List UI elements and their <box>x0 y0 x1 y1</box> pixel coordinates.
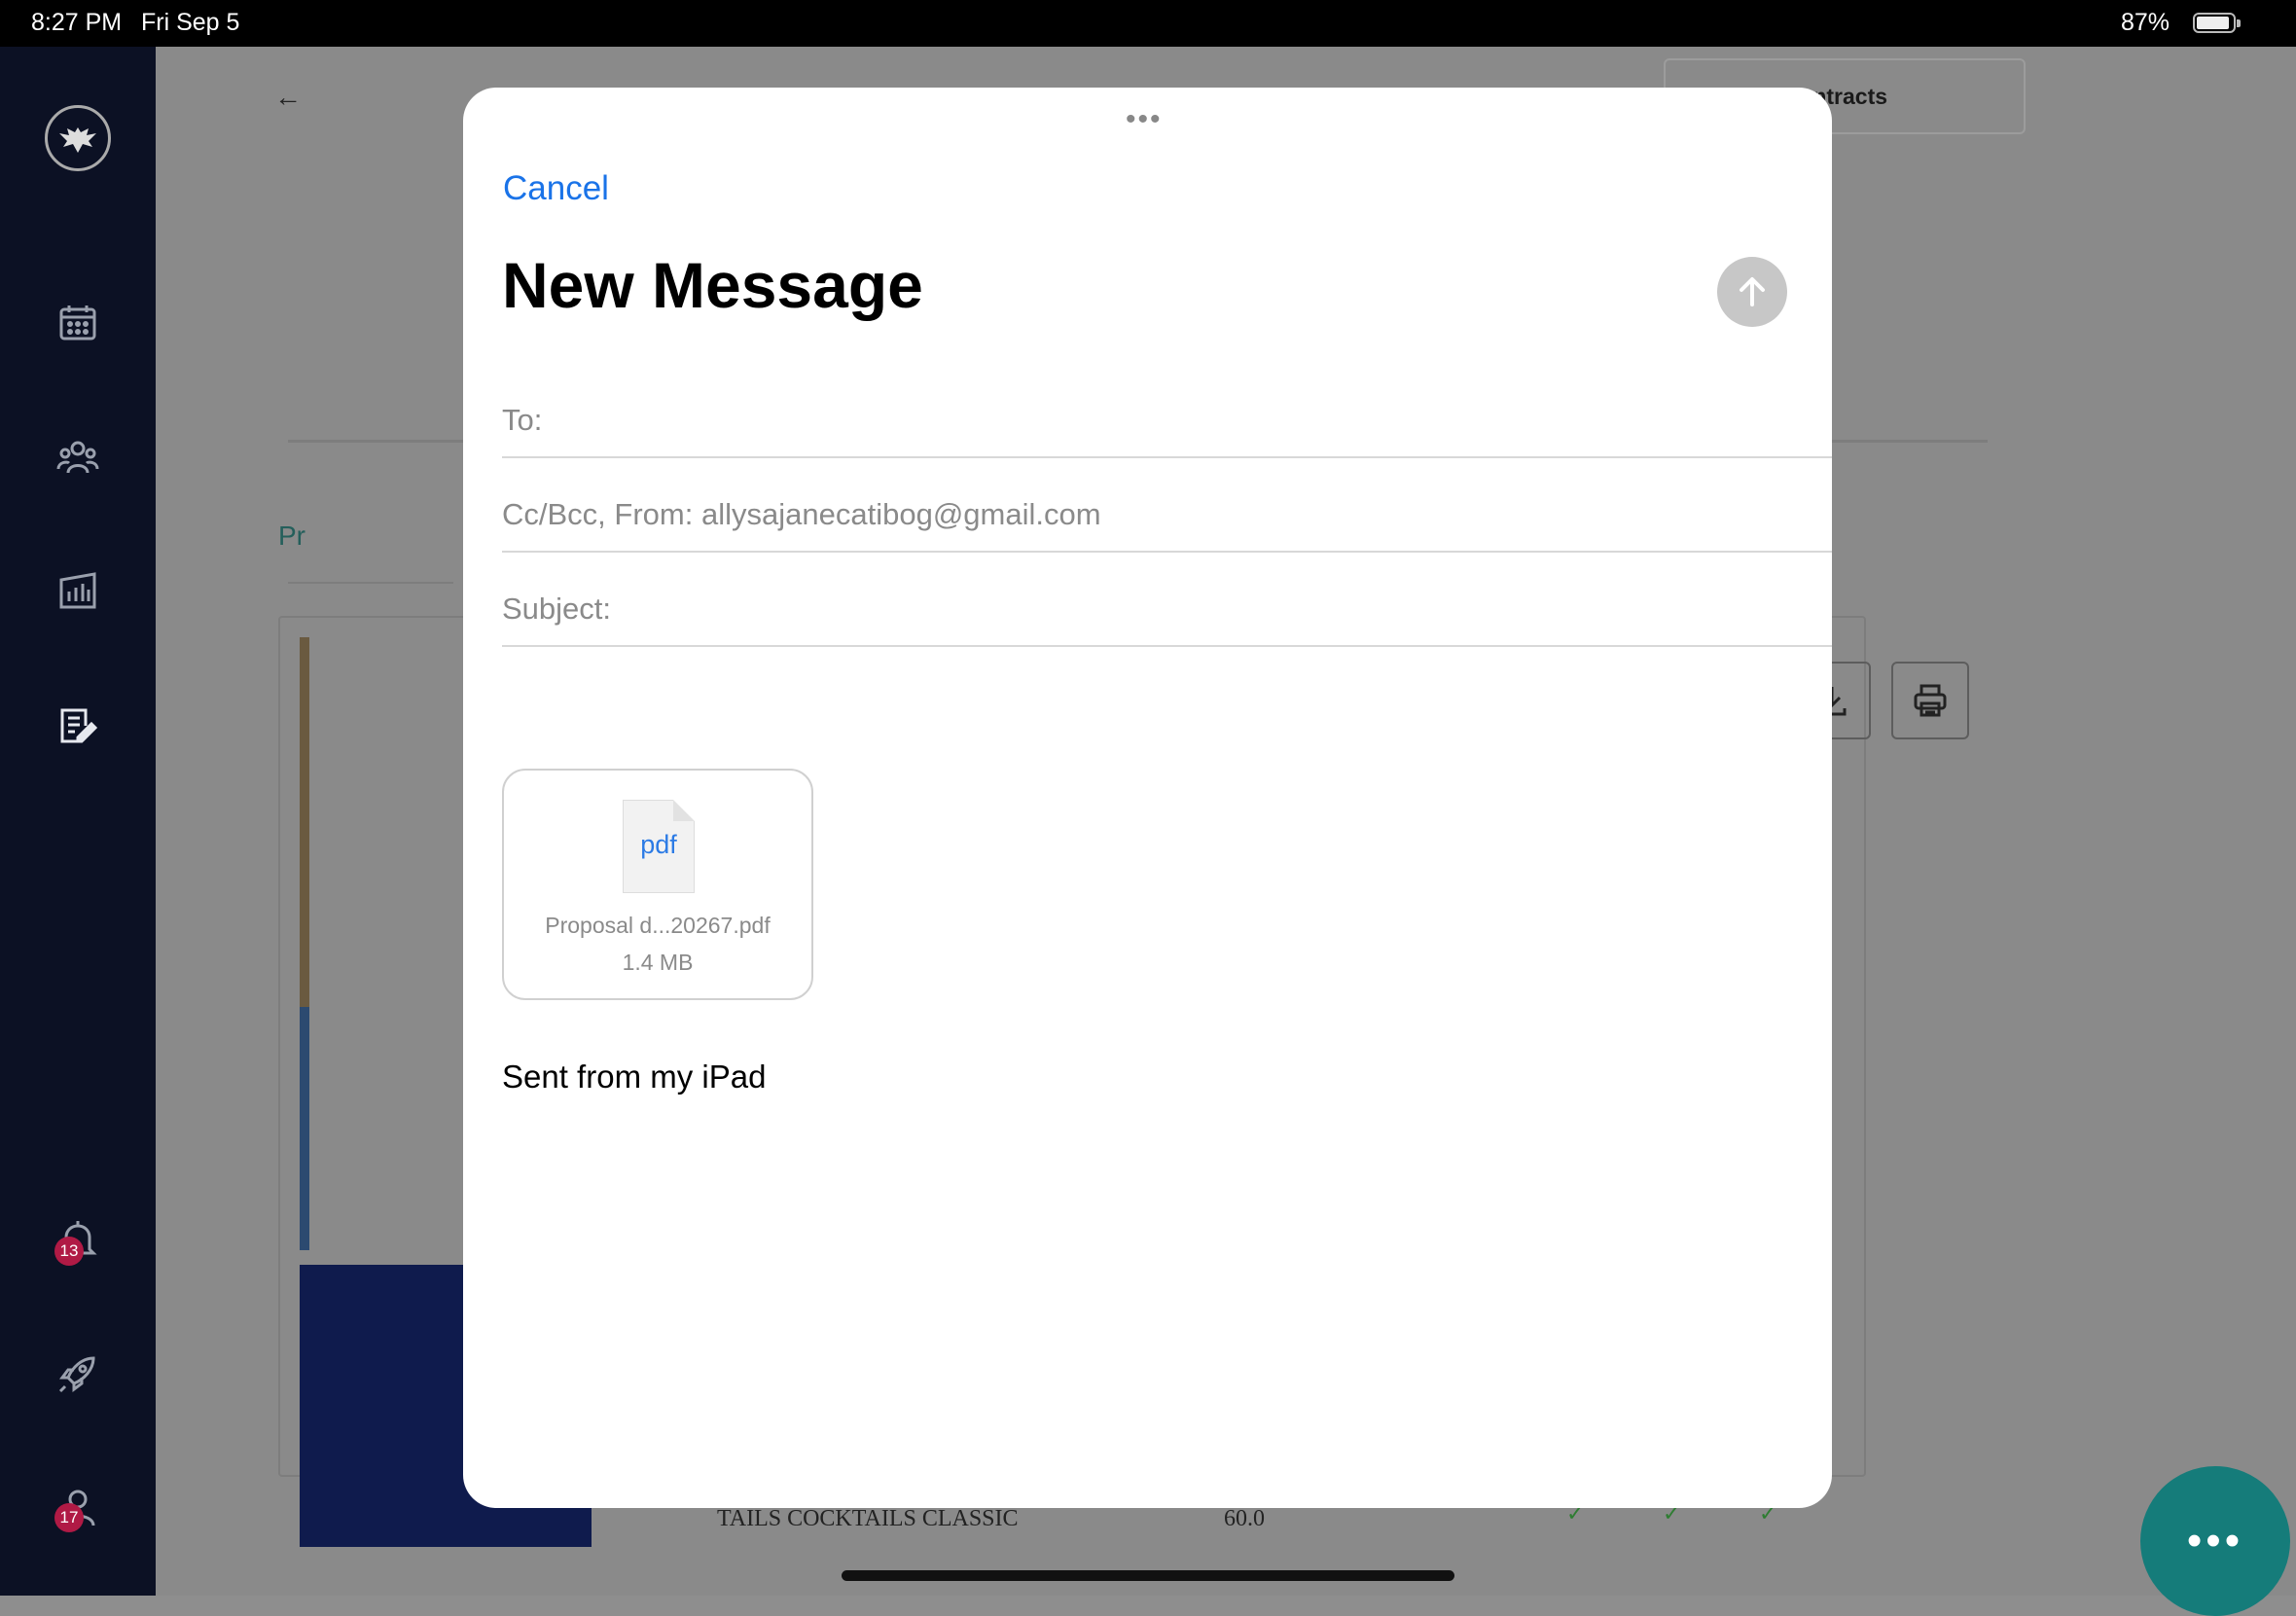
more-actions-button[interactable]: ••• <box>2140 1466 2290 1616</box>
subject-label: Subject: <box>502 592 612 626</box>
send-button[interactable] <box>1717 257 1787 327</box>
status-bar: 8:27 PM Fri Sep 5 87% <box>0 0 2296 47</box>
attachment-size: 1.4 MB <box>622 950 694 975</box>
status-date: Fri Sep 5 <box>141 9 240 36</box>
profile-badge: 17 <box>54 1503 84 1532</box>
to-label: To: <box>502 403 543 437</box>
preview-image <box>300 637 309 1007</box>
status-time: 8:27 PM <box>31 9 123 36</box>
tab-underline <box>288 582 453 584</box>
pdf-file-icon: pdf <box>623 800 695 893</box>
email-signature[interactable]: Sent from my iPad <box>502 1059 766 1095</box>
table-row-text: TAILS COCKTAILS CLASSIC <box>717 1506 1019 1531</box>
cc-bcc-from-field[interactable]: Cc/Bcc, From: allysajanecatibog@gmail.co… <box>502 458 1832 553</box>
back-arrow-icon: ← <box>274 82 302 112</box>
team-icon[interactable] <box>49 428 107 486</box>
reports-icon[interactable] <box>49 562 107 621</box>
attachment-name: Proposal d...20267.pdf <box>545 913 771 938</box>
rocket-icon[interactable] <box>49 1345 107 1403</box>
contracts-edit-icon[interactable] <box>49 697 107 755</box>
pdf-attachment[interactable]: pdf Proposal d...20267.pdf 1.4 MB <box>502 769 813 1000</box>
home-indicator <box>842 1570 1454 1581</box>
page-title: New Message <box>502 249 923 321</box>
to-field[interactable]: To: <box>502 364 1832 458</box>
notifications-badge: 13 <box>54 1237 84 1266</box>
subject-field[interactable]: Subject: <box>502 553 1832 647</box>
pdf-type-label: pdf <box>640 830 677 859</box>
print-icon <box>1891 662 1969 739</box>
table-row-value: 60.0 <box>1224 1506 1265 1531</box>
cc-bcc-from-label: Cc/Bcc, From: <box>502 497 694 531</box>
bat-logo-icon[interactable] <box>45 105 111 171</box>
battery-percent: 87% <box>2120 9 2170 36</box>
calendar-icon[interactable] <box>49 294 107 352</box>
background-tab: Pr <box>278 521 305 551</box>
preview-image <box>300 1007 309 1250</box>
more-options-icon[interactable]: ••• <box>1126 105 1163 134</box>
cancel-button[interactable]: Cancel <box>503 169 609 208</box>
battery-icon <box>2193 13 2241 33</box>
arrow-up-icon <box>1740 277 1765 306</box>
compose-sheet: ••• Cancel New Message To: Cc/Bcc, From:… <box>463 88 1832 1508</box>
from-email[interactable]: allysajanecatibog@gmail.com <box>701 497 1101 532</box>
sidebar: 13 17 <box>0 47 156 1596</box>
